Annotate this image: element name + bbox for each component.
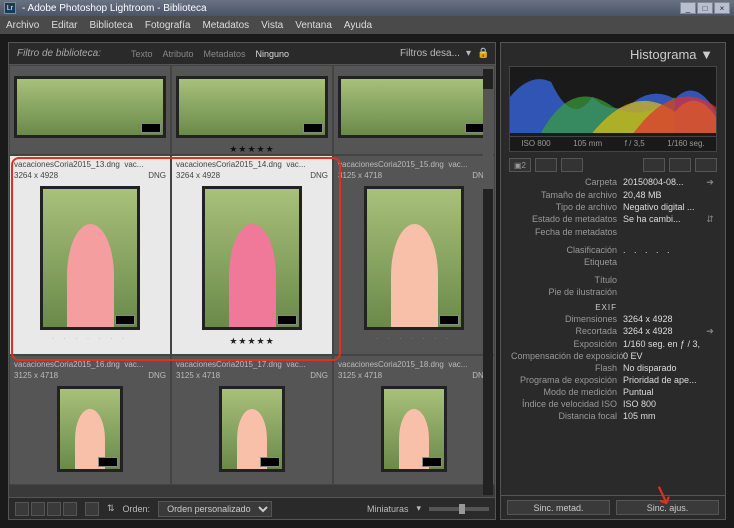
status-icon[interactable]: ⇵ xyxy=(705,214,715,225)
thumb-cell[interactable]: vacacionesCoria2015_16.dng vac... 3125 x… xyxy=(9,355,171,485)
histo-shutter: 1/160 seg. xyxy=(667,139,704,148)
tab-atributo[interactable]: Atributo xyxy=(162,49,193,59)
view-survey-icon[interactable] xyxy=(63,502,77,516)
view-grid-icon[interactable] xyxy=(15,502,29,516)
title-field[interactable] xyxy=(623,275,715,285)
thumbnail-grid[interactable]: ★★★★★ vacacionesCoria2015_13.dng vac... … xyxy=(9,65,495,497)
menu-vista[interactable]: Vista xyxy=(261,20,283,31)
thumb-cell-selected[interactable]: vacacionesCoria2015_13.dng vac... 3264 x… xyxy=(9,155,171,355)
minimize-button[interactable]: _ xyxy=(680,2,696,14)
rating-field[interactable]: . . . . . xyxy=(623,245,715,255)
thumb-cell[interactable]: vacacionesCoria2015_18.dng vac... 3125 x… xyxy=(333,355,495,485)
arrow-right-icon[interactable]: ➔ xyxy=(705,326,715,337)
menu-ventana[interactable]: Ventana xyxy=(295,20,332,31)
label-field[interactable] xyxy=(623,257,715,267)
caption-field[interactable] xyxy=(623,287,715,297)
sort-dir-icon[interactable]: ⇅ xyxy=(107,503,115,514)
histogram-panel[interactable]: ISO 800 105 mm f / 3,5 1/160 seg. xyxy=(509,66,717,152)
menu-biblioteca[interactable]: Biblioteca xyxy=(89,20,132,31)
badge-icon[interactable] xyxy=(561,158,583,172)
menu-fotografia[interactable]: Fotografía xyxy=(145,20,191,31)
menubar: Archivo Editar Biblioteca Fotografía Met… xyxy=(0,16,734,34)
badge-icon[interactable] xyxy=(695,158,717,172)
histo-focal: 105 mm xyxy=(573,139,602,148)
menu-metadatos[interactable]: Metadatos xyxy=(202,20,249,31)
histo-iso: ISO 800 xyxy=(521,139,550,148)
grid-scrollbar[interactable] xyxy=(483,69,493,495)
tab-texto[interactable]: Texto xyxy=(131,49,153,59)
lock-icon[interactable]: 🔒 xyxy=(477,48,487,59)
sync-settings-button[interactable]: Sinc. ajus. xyxy=(616,500,719,515)
badge-icon[interactable] xyxy=(669,158,691,172)
histogram-title[interactable]: Histograma xyxy=(630,47,696,62)
thumb-cell[interactable]: vacacionesCoria2015_15.dng vac... 3125 x… xyxy=(333,155,495,355)
selection-count-badge[interactable]: ▣ 2 xyxy=(509,158,531,172)
menu-editar[interactable]: Editar xyxy=(51,20,77,31)
thumbsize-slider[interactable] xyxy=(429,507,489,511)
tab-metadatos[interactable]: Metadatos xyxy=(203,49,245,59)
metadata-panel[interactable]: Carpeta20150804-08...➔ Tamaño de archivo… xyxy=(501,174,725,495)
filter-label: Filtro de biblioteca: xyxy=(17,48,101,59)
window-title: - Adobe Photoshop Lightroom - Biblioteca xyxy=(22,3,207,14)
menu-ayuda[interactable]: Ayuda xyxy=(344,20,372,31)
thumb-cell[interactable] xyxy=(9,65,171,155)
thumb-cell-selected[interactable]: vacacionesCoria2015_14.dng vac... 3264 x… xyxy=(171,155,333,355)
badge-icon[interactable] xyxy=(643,158,665,172)
thumb-cell[interactable] xyxy=(333,65,495,155)
view-loupe-icon[interactable] xyxy=(31,502,45,516)
badge-icon[interactable] xyxy=(535,158,557,172)
triangle-down-icon[interactable]: ▼ xyxy=(700,47,713,62)
menu-archivo[interactable]: Archivo xyxy=(6,20,39,31)
maximize-button[interactable]: □ xyxy=(697,2,713,14)
chevron-down-icon: ▾ xyxy=(466,48,471,59)
view-compare-icon[interactable] xyxy=(47,502,61,516)
chevron-down-icon: ▾ xyxy=(416,503,421,514)
sort-dropdown[interactable]: Orden personalizado xyxy=(158,501,272,517)
painter-icon[interactable] xyxy=(85,502,99,516)
thumb-cell[interactable]: ★★★★★ xyxy=(171,65,333,155)
app-icon: Lr xyxy=(4,2,16,14)
tab-ninguno[interactable]: Ninguno xyxy=(256,49,290,59)
thumb-cell[interactable]: vacacionesCoria2015_17.dng vac... 3125 x… xyxy=(171,355,333,485)
close-button[interactable]: × xyxy=(714,2,730,14)
filter-preset-dropdown[interactable]: Filtros desa... xyxy=(400,48,460,59)
arrow-right-icon[interactable]: ➔ xyxy=(705,177,715,188)
sort-label: Orden: xyxy=(123,504,151,514)
exif-heading: EXIF xyxy=(511,299,623,312)
thumbsize-label: Miniaturas xyxy=(367,504,409,514)
histo-aperture: f / 3,5 xyxy=(625,139,645,148)
sync-metadata-button[interactable]: Sinc. metad. xyxy=(507,500,610,515)
